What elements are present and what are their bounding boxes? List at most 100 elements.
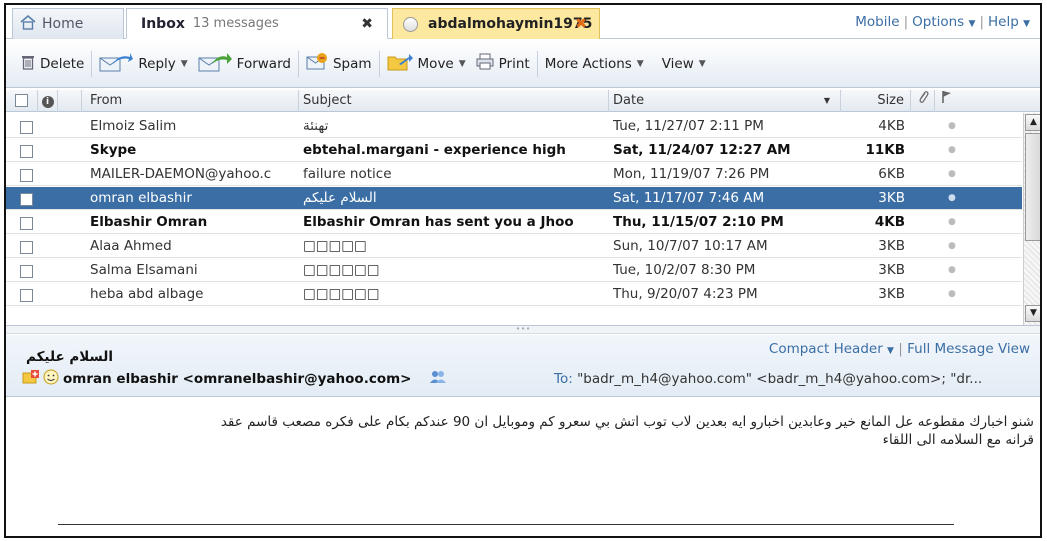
row-size: 3KB	[878, 238, 905, 254]
tab-inbox-label: Inbox	[141, 15, 185, 32]
row-checkbox-box[interactable]	[20, 289, 33, 302]
chevron-down-icon[interactable]: ▼	[1023, 19, 1030, 29]
reply-label: Reply	[138, 55, 176, 72]
chevron-down-icon[interactable]: ▼	[459, 59, 466, 69]
spam-button[interactable]: Spam	[301, 49, 377, 79]
column-size[interactable]: Size	[841, 90, 911, 112]
row-flag-icon[interactable]: ●	[948, 139, 968, 161]
row-checkbox[interactable]	[20, 119, 40, 134]
separator: |	[979, 14, 984, 30]
help-link[interactable]: Help	[988, 14, 1019, 30]
to-label: To:	[554, 371, 573, 387]
pane-splitter[interactable]: ∙∙∙	[6, 325, 1040, 334]
select-all-checkbox[interactable]	[15, 94, 28, 107]
table-row[interactable]: MAILER-DAEMON@yahoo.c failure notice Mon, …	[6, 163, 1022, 186]
mail-window: Home Inbox 13 messages ✖ abdalmohaymin19…	[4, 3, 1042, 538]
trash-icon	[21, 54, 35, 74]
print-button[interactable]: Print	[471, 49, 535, 79]
chevron-down-icon[interactable]: ▼	[887, 346, 894, 356]
row-checkbox-box[interactable]	[20, 193, 33, 206]
close-chat-icon[interactable]: ✖	[575, 16, 587, 32]
table-row[interactable]: Skype ebtehal.margani - experience high Sa…	[6, 139, 1022, 162]
tab-chat[interactable]: abdalmohaymin1975 ✖	[392, 8, 600, 39]
row-from: omran elbashir	[90, 190, 192, 206]
row-checkbox[interactable]	[20, 239, 40, 254]
row-date: Thu, 11/15/07 2:10 PM	[613, 214, 784, 230]
row-subject: تهنئة	[303, 118, 329, 134]
view-button[interactable]: View ▼	[657, 49, 711, 79]
to-value[interactable]: "badr_m_h4@yahoo.com" <badr_m_h4@yahoo.c…	[577, 371, 982, 387]
table-row[interactable]: Alaa Ahmed □□□□□ Sun, 10/7/07 10:17 AM 3KB ●	[6, 235, 1022, 258]
row-checkbox-box[interactable]	[20, 145, 33, 158]
row-checkbox-box[interactable]	[20, 217, 33, 230]
body-line: شنو اخبارك مقطوعه عل المانع خير وعابدين …	[220, 414, 1034, 430]
forward-button[interactable]: Forward	[193, 49, 296, 79]
chevron-down-icon[interactable]: ▼	[699, 59, 706, 69]
row-checkbox-box[interactable]	[20, 121, 33, 134]
move-button[interactable]: Move ▼	[382, 49, 471, 79]
home-icon	[19, 14, 42, 34]
row-flag-icon[interactable]: ●	[948, 259, 968, 281]
tab-inbox[interactable]: Inbox 13 messages ✖	[126, 8, 388, 39]
options-link[interactable]: Options	[912, 14, 964, 30]
row-checkbox-box[interactable]	[20, 169, 33, 182]
info-column[interactable]: i	[38, 90, 58, 112]
table-row[interactable]: omran elbashir السلام عليكم Sat, 11/17/07 …	[6, 187, 1022, 210]
row-date: Sat, 11/17/07 7:46 AM	[613, 190, 765, 206]
chevron-down-icon[interactable]: ▼	[969, 19, 976, 29]
more-actions-label: More Actions	[544, 55, 632, 72]
add-contact-icon[interactable]	[22, 369, 40, 389]
table-row[interactable]: Elmoiz Salim تهنئة Tue, 11/27/07 2:11 PM 4K…	[6, 115, 1022, 138]
tab-home[interactable]: Home	[12, 8, 124, 39]
row-checkbox-box[interactable]	[20, 265, 33, 278]
row-checkbox[interactable]	[20, 287, 40, 302]
column-from[interactable]: From	[82, 90, 299, 112]
row-checkbox[interactable]	[20, 167, 40, 182]
scrollbar[interactable]: ▲ ▼	[1023, 113, 1040, 325]
compact-header-link[interactable]: Compact Header	[769, 341, 883, 357]
column-subject[interactable]: Subject	[299, 90, 609, 112]
chevron-down-icon[interactable]: ▼	[637, 59, 644, 69]
flag-column[interactable]	[935, 90, 959, 112]
row-checkbox[interactable]	[20, 191, 40, 206]
row-from: Alaa Ahmed	[90, 238, 172, 254]
row-flag-icon[interactable]: ●	[948, 187, 968, 209]
row-from: heba abd albage	[90, 286, 204, 302]
full-message-view-link[interactable]: Full Message View	[907, 341, 1030, 357]
delete-button[interactable]: Delete	[16, 49, 89, 79]
row-checkbox[interactable]	[20, 215, 40, 230]
table-row[interactable]: heba abd albage □□□□□□ Thu, 9/20/07 4:23 P…	[6, 283, 1022, 306]
table-row[interactable]: Elbashir Omran Elbashir Omran has sent yo…	[6, 211, 1022, 234]
scroll-thumb[interactable]	[1025, 133, 1040, 241]
scroll-up-icon[interactable]: ▲	[1025, 114, 1040, 131]
row-checkbox[interactable]	[20, 263, 40, 278]
row-flag-icon[interactable]: ●	[948, 163, 968, 185]
contacts-icon[interactable]	[429, 370, 447, 388]
inbox-message-count: 13 messages	[192, 16, 279, 31]
row-size: 3KB	[878, 262, 905, 278]
view-label: View	[661, 55, 694, 72]
row-flag-icon[interactable]: ●	[948, 115, 968, 137]
printer-icon	[476, 53, 494, 74]
sender-address[interactable]: omran elbashir <omranelbashir@yahoo.com>	[63, 371, 411, 387]
row-checkbox-box[interactable]	[20, 241, 33, 254]
chevron-down-icon[interactable]: ▼	[181, 59, 188, 69]
reply-button[interactable]: Reply ▼	[94, 49, 192, 79]
more-actions-button[interactable]: More Actions ▼	[540, 49, 649, 79]
row-flag-icon[interactable]: ●	[948, 235, 968, 257]
column-date[interactable]: Date ▼	[609, 90, 841, 112]
message-list: Elmoiz Salim تهنئة Tue, 11/27/07 2:11 PM 4K…	[6, 113, 1022, 323]
row-size: 4KB	[878, 118, 905, 134]
delete-label: Delete	[40, 55, 85, 72]
smiley-icon[interactable]	[43, 369, 59, 389]
close-icon[interactable]: ✖	[361, 16, 373, 32]
row-checkbox[interactable]	[20, 143, 40, 158]
preview-header: السلام عليكم Compact Header ▼ | Full Mes…	[6, 335, 1040, 397]
table-row[interactable]: Salma Elsamani □□□□□□ Tue, 10/2/07 8:30 PM…	[6, 259, 1022, 282]
status-column[interactable]	[58, 90, 82, 112]
row-flag-icon[interactable]: ●	[948, 283, 968, 305]
attachment-column[interactable]	[911, 90, 935, 112]
scroll-down-icon[interactable]: ▼	[1025, 305, 1040, 322]
row-flag-icon[interactable]: ●	[948, 211, 968, 233]
mobile-link[interactable]: Mobile	[855, 14, 899, 30]
